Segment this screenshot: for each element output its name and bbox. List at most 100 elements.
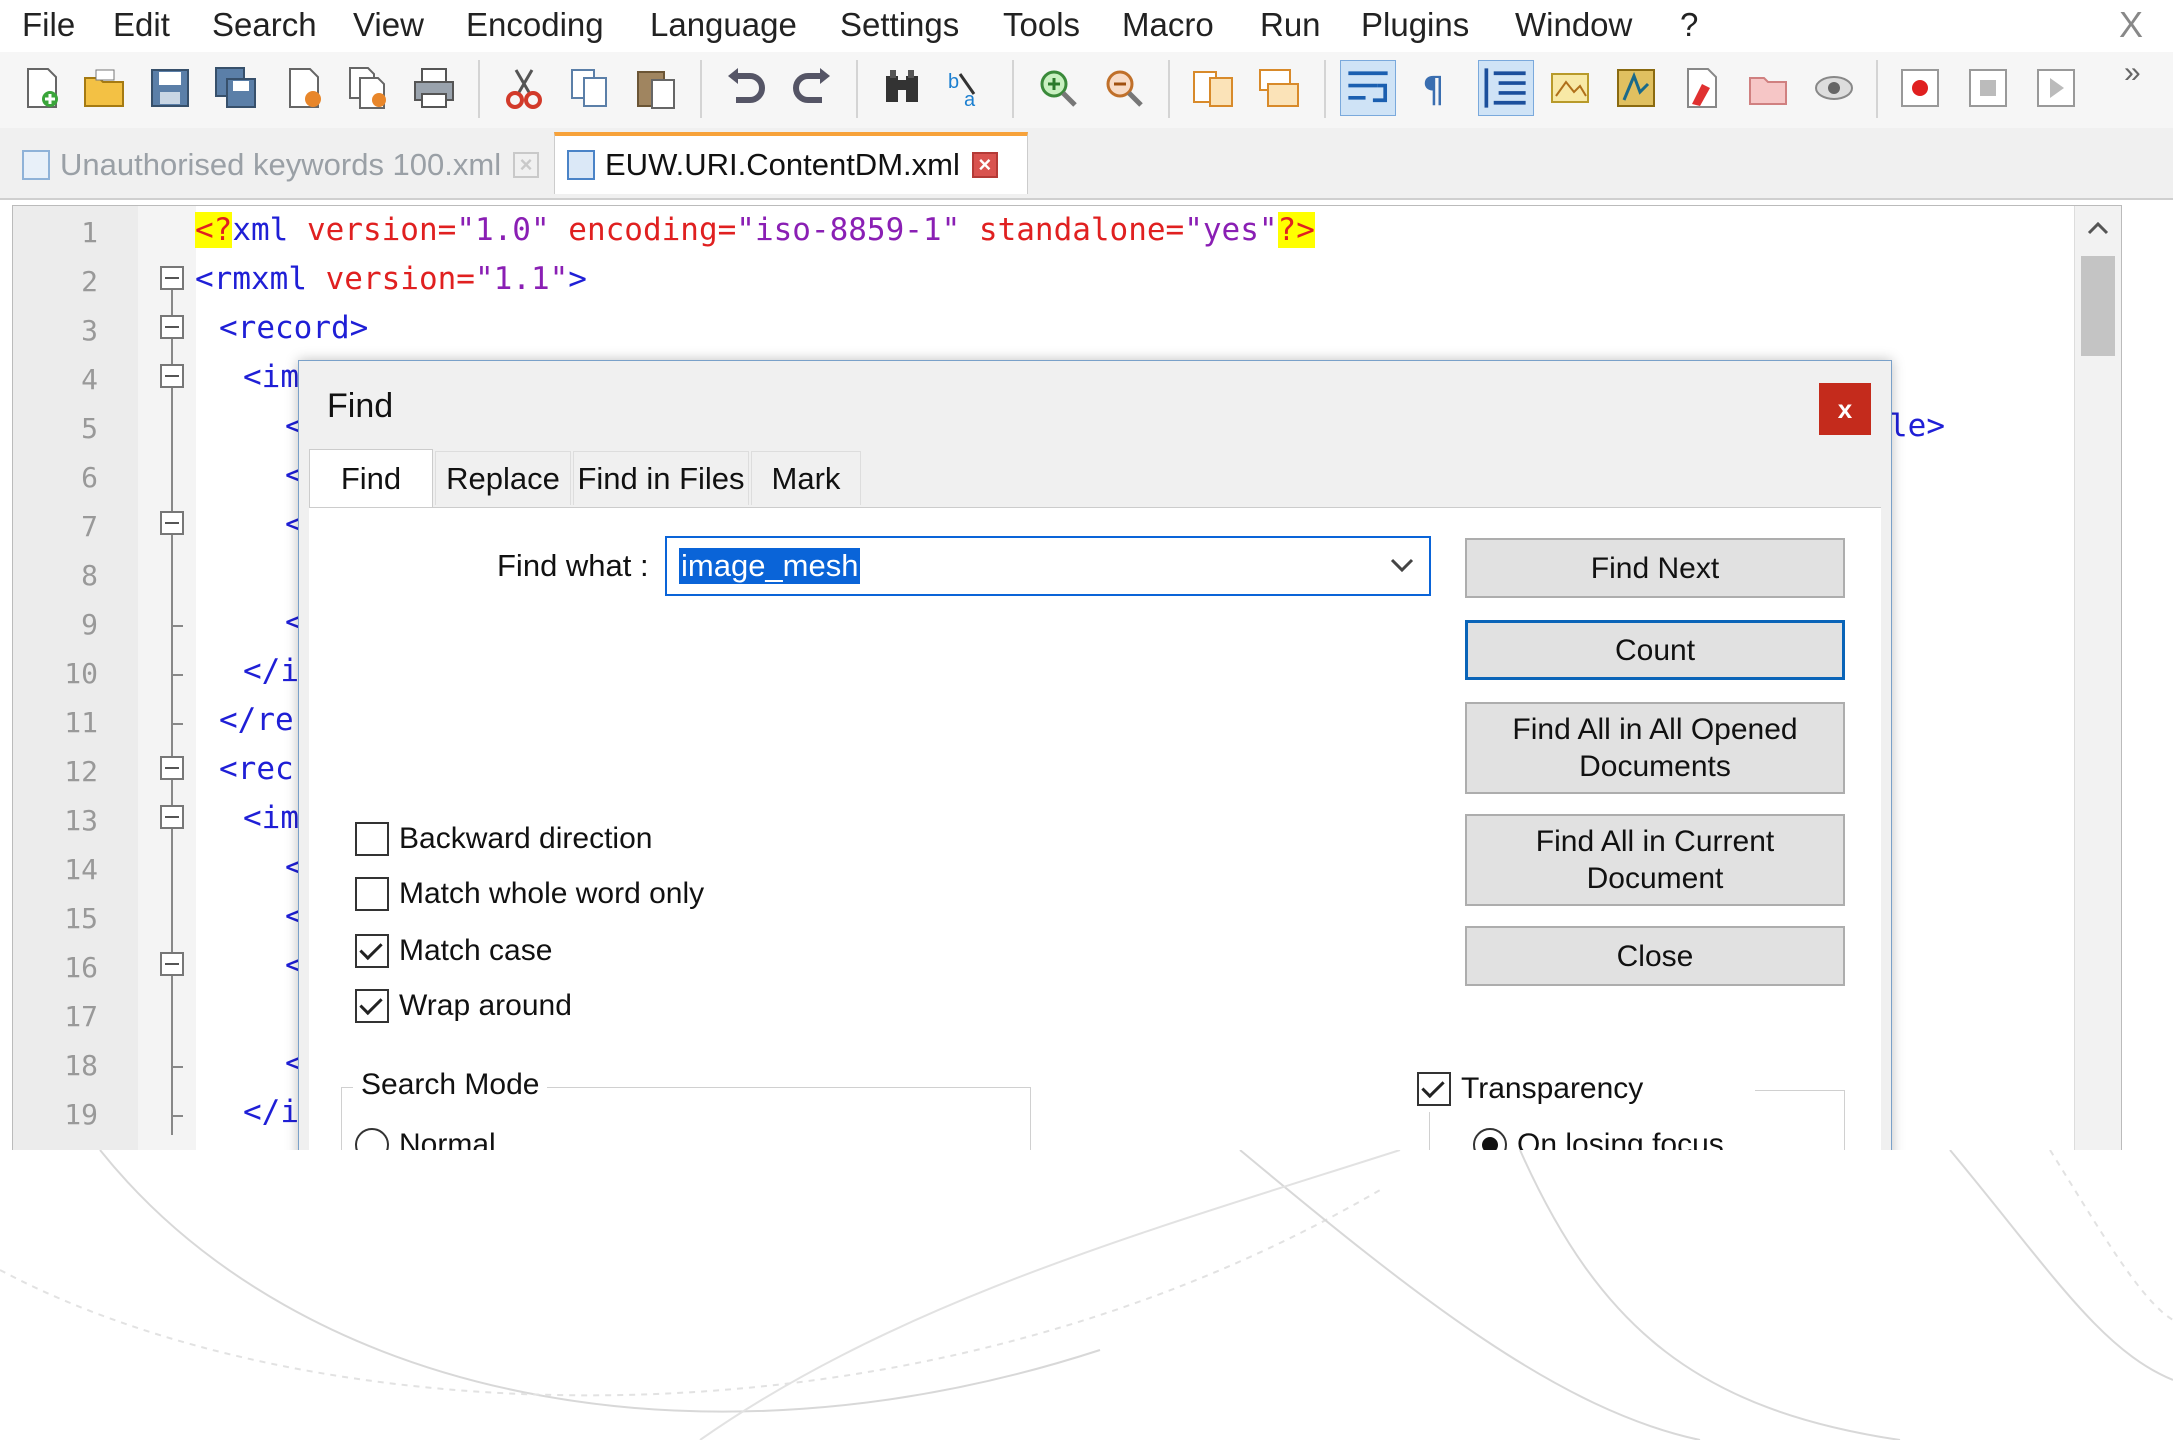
- find-all-current-button[interactable]: Find All in Current Document: [1465, 814, 1845, 906]
- match-case-checkbox[interactable]: [355, 934, 389, 968]
- tab-unauthorised-keywords[interactable]: Unauthorised keywords 100.xml ×: [10, 136, 548, 194]
- menu-encoding[interactable]: Encoding: [466, 6, 604, 44]
- scrollbar-thumb[interactable]: [2081, 256, 2115, 356]
- menu-plugins[interactable]: Plugins: [1361, 6, 1469, 44]
- show-all-chars-icon[interactable]: ¶: [1414, 66, 1458, 110]
- save-all-icon[interactable]: [214, 66, 258, 110]
- zoom-out-icon[interactable]: [1102, 66, 1146, 110]
- sync-horizontal-icon[interactable]: [1258, 66, 1302, 110]
- find-what-label: Find what :: [497, 548, 649, 583]
- menu-search[interactable]: Search: [212, 6, 317, 44]
- backward-direction-checkbox[interactable]: [355, 822, 389, 856]
- tab-find-in-files[interactable]: Find in Files: [573, 451, 749, 505]
- menu-file[interactable]: File: [22, 6, 75, 44]
- close-icon[interactable]: [282, 66, 326, 110]
- window-close-button[interactable]: X: [2119, 4, 2143, 46]
- menu-language[interactable]: Language: [650, 6, 797, 44]
- fold-toggle[interactable]: [160, 952, 184, 976]
- wrap-around-label: Wrap around: [399, 989, 572, 1022]
- menu-view[interactable]: View: [353, 6, 424, 44]
- toolbar-overflow-button[interactable]: »: [2124, 56, 2141, 90]
- save-icon[interactable]: [148, 66, 192, 110]
- tab-replace[interactable]: Replace: [435, 451, 571, 505]
- match-case-label: Match case: [399, 934, 553, 967]
- chevron-down-icon[interactable]: [1389, 556, 1415, 574]
- scroll-up-icon[interactable]: [2086, 220, 2110, 236]
- redo-icon[interactable]: [790, 66, 834, 110]
- open-file-icon[interactable]: [82, 66, 126, 110]
- line-number: 1: [81, 216, 98, 249]
- svg-text:b: b: [948, 71, 959, 93]
- fold-guide: [171, 290, 173, 1135]
- close-all-icon[interactable]: [346, 66, 390, 110]
- paste-icon[interactable]: [634, 66, 678, 110]
- new-file-icon[interactable]: [20, 66, 64, 110]
- print-icon[interactable]: [412, 66, 456, 110]
- word-wrap-icon[interactable]: [1340, 60, 1396, 116]
- tab-euw-uri-contentdm[interactable]: EUW.URI.ContentDM.xml ×: [554, 132, 1028, 194]
- code-line-19: </i: [243, 1094, 299, 1130]
- xml-decl-close: ?>: [1277, 212, 1315, 248]
- stop-macro-icon[interactable]: [1966, 66, 2010, 110]
- attr-value: "1.0": [456, 212, 550, 248]
- undo-icon[interactable]: [724, 66, 768, 110]
- code-line-10: </i: [243, 653, 299, 689]
- fold-toggle[interactable]: [160, 756, 184, 780]
- folder-workspace-icon[interactable]: [1680, 66, 1724, 110]
- menu-help[interactable]: ?: [1680, 6, 1698, 44]
- menu-edit[interactable]: Edit: [113, 6, 170, 44]
- fold-toggle[interactable]: [160, 805, 184, 829]
- menu-settings[interactable]: Settings: [840, 6, 959, 44]
- tab-mark[interactable]: Mark: [751, 451, 861, 505]
- indent-guide-icon[interactable]: [1478, 60, 1534, 116]
- dialog-close-button[interactable]: x: [1819, 383, 1871, 435]
- line-number: 11: [64, 706, 98, 739]
- replace-icon[interactable]: ba: [946, 66, 990, 110]
- zoom-in-icon[interactable]: [1036, 66, 1080, 110]
- xml-tag: <rmxml: [195, 261, 307, 297]
- count-button[interactable]: Count: [1465, 620, 1845, 680]
- copy-icon[interactable]: [568, 66, 612, 110]
- line-number: 12: [64, 755, 98, 788]
- close-tab-icon[interactable]: ×: [513, 152, 540, 178]
- menu-run[interactable]: Run: [1260, 6, 1321, 44]
- find-what-combobox[interactable]: image_mesh: [665, 536, 1431, 596]
- play-macro-icon[interactable]: [2034, 66, 2078, 110]
- attr-name: version=: [288, 212, 457, 248]
- function-list-icon[interactable]: [1614, 66, 1658, 110]
- menu-macro[interactable]: Macro: [1122, 6, 1214, 44]
- find-what-input[interactable]: image_mesh: [679, 548, 861, 584]
- file-browser-icon[interactable]: [1746, 66, 1790, 110]
- toolbar-separator: [700, 60, 702, 118]
- fold-toggle[interactable]: [160, 315, 184, 339]
- fold-toggle[interactable]: [160, 511, 184, 535]
- line-number: 2: [81, 265, 98, 298]
- toolbar-separator: [1324, 60, 1326, 118]
- find-all-opened-button[interactable]: Find All in All Opened Documents: [1465, 702, 1845, 794]
- fold-toggle[interactable]: [160, 364, 184, 388]
- attr-value: "1.1": [474, 261, 569, 297]
- transparency-checkbox[interactable]: [1417, 1072, 1451, 1106]
- file-icon: [22, 150, 50, 180]
- wrap-around-checkbox[interactable]: [355, 989, 389, 1023]
- cut-icon[interactable]: [502, 66, 546, 110]
- tab-find[interactable]: Find: [309, 449, 433, 507]
- find-icon[interactable]: [880, 66, 924, 110]
- record-macro-icon[interactable]: [1898, 66, 1942, 110]
- fold-toggle[interactable]: [160, 266, 184, 290]
- sync-vertical-icon[interactable]: [1192, 66, 1236, 110]
- fold-end: [171, 674, 183, 676]
- line-number: 7: [81, 510, 98, 543]
- close-button[interactable]: Close: [1465, 926, 1845, 986]
- line-number: 3: [81, 314, 98, 347]
- find-next-button[interactable]: Find Next: [1465, 538, 1845, 598]
- menu-window[interactable]: Window: [1515, 6, 1632, 44]
- line-number: 16: [64, 951, 98, 984]
- match-whole-word-checkbox[interactable]: [355, 877, 389, 911]
- vertical-scrollbar[interactable]: [2074, 206, 2121, 1151]
- menu-tools[interactable]: Tools: [1003, 6, 1080, 44]
- doc-map-icon[interactable]: [1548, 66, 1592, 110]
- monitor-icon[interactable]: [1812, 66, 1856, 110]
- close-tab-icon[interactable]: ×: [971, 152, 998, 178]
- line-number: 5: [81, 412, 98, 445]
